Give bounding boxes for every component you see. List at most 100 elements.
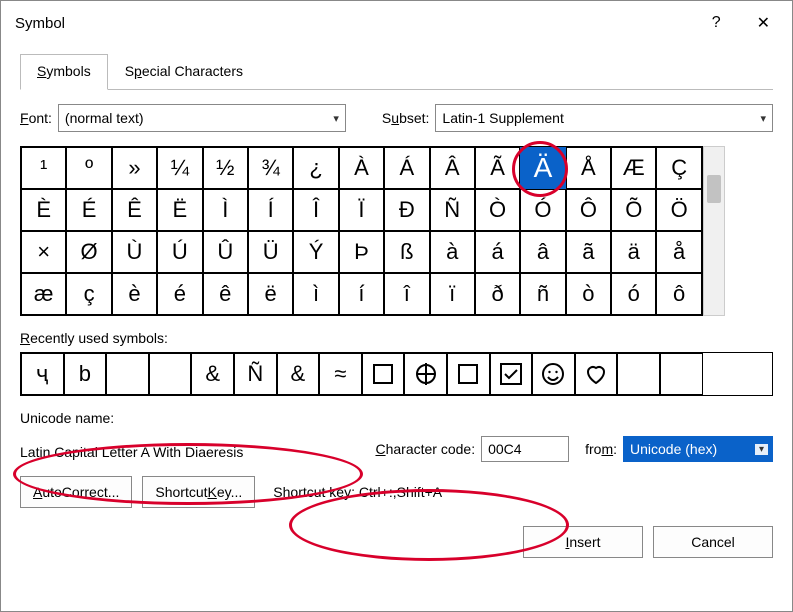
- symbol-cell[interactable]: Ì: [203, 189, 248, 231]
- symbol-cell[interactable]: Í: [248, 189, 293, 231]
- symbol-cell[interactable]: ð: [475, 273, 520, 315]
- chevron-down-icon: ▾: [333, 112, 339, 125]
- autocorrect-button[interactable]: AutoCorrect...: [20, 476, 132, 508]
- symbol-cell[interactable]: ê: [203, 273, 248, 315]
- recent-label: Recently used symbols:: [20, 330, 773, 346]
- recent-symbol-cell[interactable]: [362, 353, 405, 395]
- symbol-cell[interactable]: ç: [66, 273, 111, 315]
- character-code-label: Character code:: [375, 441, 475, 457]
- shortcut-key-button[interactable]: Shortcut Key...: [142, 476, 255, 508]
- symbol-cell[interactable]: À: [339, 147, 384, 189]
- symbol-cell[interactable]: ñ: [520, 273, 565, 315]
- grid-scrollbar[interactable]: [703, 146, 725, 316]
- symbol-cell[interactable]: ò: [566, 273, 611, 315]
- symbol-cell[interactable]: ×: [21, 231, 66, 273]
- symbol-cell[interactable]: Å: [566, 147, 611, 189]
- symbol-cell[interactable]: È: [21, 189, 66, 231]
- symbol-cell[interactable]: Ï: [339, 189, 384, 231]
- symbol-cell[interactable]: Ø: [66, 231, 111, 273]
- symbol-cell[interactable]: É: [66, 189, 111, 231]
- symbol-cell[interactable]: Ò: [475, 189, 520, 231]
- symbol-cell[interactable]: ¾: [248, 147, 293, 189]
- symbol-cell[interactable]: ë: [248, 273, 293, 315]
- unicode-name-value: Latin Capital Letter A With Diaeresis: [20, 444, 369, 460]
- symbol-cell[interactable]: ô: [656, 273, 701, 315]
- symbol-cell[interactable]: ì: [293, 273, 338, 315]
- cancel-button[interactable]: Cancel: [653, 526, 773, 558]
- symbol-cell[interactable]: Ë: [157, 189, 202, 231]
- symbol-cell[interactable]: Â: [430, 147, 475, 189]
- symbol-cell[interactable]: Û: [203, 231, 248, 273]
- recent-symbol-cell[interactable]: ҷ: [21, 353, 64, 395]
- recent-symbol-cell[interactable]: &: [277, 353, 320, 395]
- insert-button[interactable]: Insert: [523, 526, 643, 558]
- symbol-cell[interactable]: Î: [293, 189, 338, 231]
- symbol-cell[interactable]: Ö: [656, 189, 701, 231]
- symbol-cell[interactable]: Ç: [656, 147, 701, 189]
- subset-combo[interactable]: Latin-1 Supplement ▾: [435, 104, 773, 132]
- symbol-cell[interactable]: í: [339, 273, 384, 315]
- shortcut-key-display: Shortcut key: Ctrl+:,Shift+A: [265, 484, 450, 500]
- titlebar: Symbol ? ✕: [1, 1, 792, 45]
- symbol-cell[interactable]: Ý: [293, 231, 338, 273]
- tab-special-characters[interactable]: Special Characters: [108, 54, 260, 90]
- symbol-cell[interactable]: î: [384, 273, 429, 315]
- symbol-cell[interactable]: Ê: [112, 189, 157, 231]
- chevron-down-icon: ▾: [760, 112, 766, 125]
- symbol-cell[interactable]: â: [520, 231, 565, 273]
- help-button[interactable]: ?: [706, 12, 727, 34]
- scrollbar-thumb[interactable]: [707, 175, 721, 203]
- symbol-cell[interactable]: ½: [203, 147, 248, 189]
- symbol-cell[interactable]: æ: [21, 273, 66, 315]
- symbol-cell[interactable]: ä: [611, 231, 656, 273]
- symbol-cell[interactable]: »: [112, 147, 157, 189]
- symbol-cell[interactable]: Ñ: [430, 189, 475, 231]
- recent-symbol-cell[interactable]: [447, 353, 490, 395]
- from-combo[interactable]: Unicode (hex) ▾: [623, 436, 773, 462]
- unicode-name-label: Unicode name:: [20, 410, 773, 426]
- symbol-cell[interactable]: ï: [430, 273, 475, 315]
- recent-symbol-cell[interactable]: [149, 353, 192, 395]
- symbol-cell[interactable]: Ü: [248, 231, 293, 273]
- symbol-cell[interactable]: è: [112, 273, 157, 315]
- symbol-cell[interactable]: º: [66, 147, 111, 189]
- symbol-cell[interactable]: ¹: [21, 147, 66, 189]
- recent-symbol-cell[interactable]: [106, 353, 149, 395]
- recent-symbol-cell[interactable]: [490, 353, 533, 395]
- symbol-cell[interactable]: ß: [384, 231, 429, 273]
- chevron-down-icon: ▾: [755, 444, 768, 455]
- tab-symbols[interactable]: Symbols: [20, 54, 108, 90]
- symbol-cell[interactable]: ¼: [157, 147, 202, 189]
- symbol-cell[interactable]: Æ: [611, 147, 656, 189]
- close-button[interactable]: ✕: [745, 7, 782, 39]
- symbol-cell[interactable]: Þ: [339, 231, 384, 273]
- symbol-cell[interactable]: Õ: [611, 189, 656, 231]
- font-combo[interactable]: (normal text) ▾: [58, 104, 346, 132]
- recent-grid: ҷb&Ñ&≈: [20, 352, 773, 396]
- symbol-cell[interactable]: å: [656, 231, 701, 273]
- symbol-cell[interactable]: à: [430, 231, 475, 273]
- symbol-cell[interactable]: ¿: [293, 147, 338, 189]
- symbol-cell[interactable]: Ó: [520, 189, 565, 231]
- symbol-cell[interactable]: é: [157, 273, 202, 315]
- recent-symbol-cell[interactable]: [532, 353, 575, 395]
- symbol-cell[interactable]: Ð: [384, 189, 429, 231]
- recent-symbol-cell[interactable]: [404, 353, 447, 395]
- symbol-cell[interactable]: Ù: [112, 231, 157, 273]
- recent-symbol-cell[interactable]: [660, 353, 703, 395]
- symbol-cell[interactable]: Á: [384, 147, 429, 189]
- recent-symbol-cell[interactable]: Ñ: [234, 353, 277, 395]
- recent-symbol-cell[interactable]: b: [64, 353, 107, 395]
- recent-symbol-cell[interactable]: [617, 353, 660, 395]
- character-code-input[interactable]: [481, 436, 569, 462]
- symbol-cell[interactable]: Ú: [157, 231, 202, 273]
- symbol-cell[interactable]: ó: [611, 273, 656, 315]
- symbol-cell[interactable]: Ã: [475, 147, 520, 189]
- recent-symbol-cell[interactable]: &: [191, 353, 234, 395]
- symbol-cell[interactable]: ã: [566, 231, 611, 273]
- symbol-cell[interactable]: Ä: [520, 147, 565, 189]
- symbol-cell[interactable]: Ô: [566, 189, 611, 231]
- recent-symbol-cell[interactable]: [575, 353, 618, 395]
- symbol-cell[interactable]: á: [475, 231, 520, 273]
- recent-symbol-cell[interactable]: ≈: [319, 353, 362, 395]
